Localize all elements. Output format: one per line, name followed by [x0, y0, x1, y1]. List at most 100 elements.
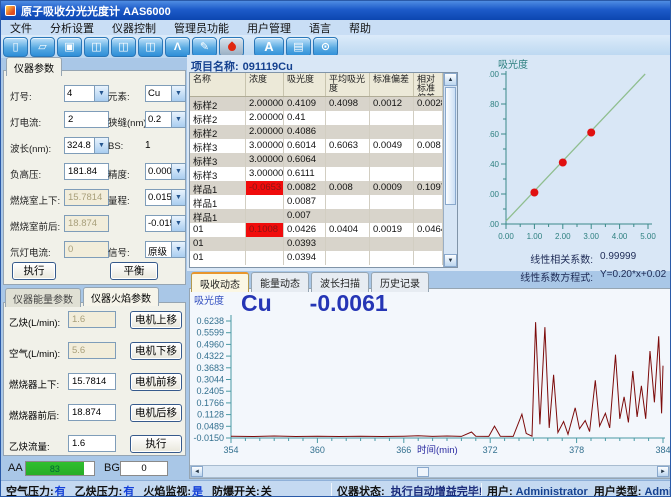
cell-r11c1 [246, 251, 284, 265]
menu-item-5[interactable]: 语言 [300, 20, 340, 36]
burner-frontback-label: 燃烧器前后: [9, 408, 59, 422]
precision-label: 精度: [108, 167, 130, 181]
svg-text:0.1128: 0.1128 [197, 410, 224, 420]
menu-item-2[interactable]: 仪器控制 [103, 20, 165, 36]
slit-select[interactable]: 0.2▼ [145, 111, 186, 128]
high-voltage-input[interactable]: 181.84 [64, 163, 109, 180]
svg-text:4.00: 4.00 [612, 232, 628, 241]
column-header-1[interactable]: 浓度 [246, 73, 284, 96]
power-icon[interactable]: ⊙ [313, 37, 338, 57]
table-row[interactable]: 标样33.000000.60140.60630.00490.008 [190, 139, 443, 153]
table-row[interactable]: 样品10.007 [190, 209, 443, 223]
cell-r11c0: 01 [190, 251, 246, 265]
lamp-number-select[interactable]: 4▼ [64, 85, 109, 102]
scroll-right-icon[interactable]: ► [657, 466, 669, 477]
scroll-left-icon[interactable]: ◄ [191, 466, 203, 477]
burner-frontback-button[interactable]: 电机后移 [130, 404, 182, 422]
table-row[interactable]: 样品10.0087 [190, 195, 443, 209]
new-file-icon[interactable]: ▯ [3, 37, 28, 57]
burner-adjust-icon[interactable]: ✎ [192, 37, 217, 57]
scroll-down-icon[interactable]: ▼ [444, 254, 457, 267]
wavelength-select[interactable]: 324.8▼ [64, 137, 109, 154]
gain-meter-icon[interactable]: ◫ [111, 37, 136, 57]
air-input: 5.6 [68, 342, 116, 359]
menu-item-3[interactable]: 管理员功能 [165, 20, 238, 36]
tab-energy-params[interactable]: 仪器能量参数 [5, 288, 81, 307]
autozero-icon[interactable]: A [254, 37, 284, 57]
tab-flame-params[interactable]: 仪器火焰参数 [83, 287, 159, 306]
cell-r7c0: 样品1 [190, 195, 246, 209]
save-file-icon[interactable]: ▣ [57, 37, 82, 57]
svg-text:0.00: 0.00 [498, 232, 514, 241]
open-file-icon[interactable]: ▱ [30, 37, 55, 57]
svg-text:0.5599: 0.5599 [196, 328, 224, 338]
cell-r11c4 [370, 251, 414, 265]
column-header-4[interactable]: 标准偏差 [370, 73, 414, 96]
table-row[interactable]: 010.0394 [190, 251, 443, 265]
window-title: 原子吸收分光光度计 AAS6000 [21, 3, 171, 19]
menu-item-1[interactable]: 分析设置 [41, 20, 103, 36]
scroll-up-icon[interactable]: ▲ [444, 73, 457, 86]
svg-text:384: 384 [655, 445, 670, 455]
cell-r11c3 [326, 251, 370, 265]
lamp-current-input[interactable]: 2 [64, 111, 109, 128]
cell-r7c1 [246, 195, 284, 209]
precision-select[interactable]: 0.0000▼ [145, 163, 186, 180]
element-select[interactable]: Cu▼ [145, 85, 186, 102]
burner-updown-button[interactable]: 电机前移 [130, 373, 182, 391]
acetylene-flow-input[interactable]: 1.6 [68, 435, 116, 452]
range-high-select[interactable]: 0.0150▼ [145, 189, 186, 206]
flame-toggle-icon[interactable] [219, 37, 244, 57]
table-row[interactable]: 标样33.000000.6064 [190, 153, 443, 167]
menu-item-4[interactable]: 用户管理 [238, 20, 300, 36]
table-row[interactable]: 标样22.000000.4086 [190, 125, 443, 139]
cell-r1c5 [414, 111, 443, 125]
acetylene-button[interactable]: 电机上移 [130, 311, 182, 329]
menu-item-6[interactable]: 帮助 [340, 20, 380, 36]
cell-r4c4 [370, 153, 414, 167]
air-label: 空气(L/min): [9, 346, 60, 360]
tab-dynamics-0[interactable]: 吸收动态 [191, 272, 249, 292]
cell-r10c0: 01 [190, 237, 246, 251]
table-row[interactable]: 010.0393 [190, 237, 443, 251]
execute-button[interactable]: 执行 [12, 262, 56, 280]
air-button[interactable]: 电机下移 [130, 342, 182, 360]
cell-r4c1: 3.00000 [246, 153, 284, 167]
acetylene-flow-button[interactable]: 执行 [130, 435, 182, 453]
cell-r0c1: 2.00000 [246, 97, 284, 111]
peak-profile-icon[interactable]: Λ [165, 37, 190, 57]
tab-dynamics-3[interactable]: 历史记录 [371, 272, 429, 292]
table-row[interactable]: 标样22.000000.41090.40980.00120.0028 [190, 97, 443, 111]
column-header-3[interactable]: 平均吸光度 [326, 73, 370, 96]
menu-item-0[interactable]: 文件 [1, 20, 41, 36]
percent-meter-icon[interactable]: ◫ [138, 37, 163, 57]
acetylene-label: 乙炔(L/min): [9, 315, 60, 329]
statusbar: 空气压力:有乙炔压力:有火焰监视:是防爆开关:关 仪器状态: 执行自动增益完毕!… [1, 480, 671, 497]
cell-r4c2: 0.6064 [284, 153, 326, 167]
trace-horizontal-scrollbar[interactable]: ◄ ► [190, 465, 670, 478]
signal-select[interactable]: 原级▼ [145, 241, 186, 258]
energy-meter-icon[interactable]: ◫ [84, 37, 109, 57]
range-high-label: 量程: [108, 193, 130, 207]
tab-instrument-params[interactable]: 仪器参数 [6, 57, 62, 76]
hscrollbar-thumb[interactable] [417, 467, 429, 477]
balance-button[interactable]: 平衡 [110, 262, 158, 280]
table-row[interactable]: 样品1-0.06530.00820.0080.00090.1097 [190, 181, 443, 195]
scrollbar-thumb[interactable] [445, 87, 456, 205]
column-header-5[interactable]: 相对标准偏差 [414, 73, 443, 96]
burner-updown-input[interactable]: 15.7814 [68, 373, 116, 390]
table-row[interactable]: 标样33.000000.6111 [190, 167, 443, 181]
cell-r1c2: 0.41 [284, 111, 326, 125]
tab-dynamics-1[interactable]: 能量动态 [251, 272, 309, 292]
results-table-scrollbar[interactable]: ▲ ▼ [443, 73, 457, 267]
table-row[interactable]: 标样22.000000.41 [190, 111, 443, 125]
tab-dynamics-2[interactable]: 波长扫描 [311, 272, 369, 292]
svg-text:378: 378 [569, 445, 584, 455]
column-header-0[interactable]: 名称 [190, 73, 246, 96]
range-low-select[interactable]: -0.0150▼ [145, 215, 186, 232]
lamp-icon[interactable]: ▤ [286, 37, 311, 57]
cell-r7c4 [370, 195, 414, 209]
column-header-2[interactable]: 吸光度 [284, 73, 326, 96]
burner-frontback-input[interactable]: 18.874 [68, 404, 116, 421]
table-row[interactable]: 010.10080.04260.04040.00190.0464 [190, 223, 443, 237]
